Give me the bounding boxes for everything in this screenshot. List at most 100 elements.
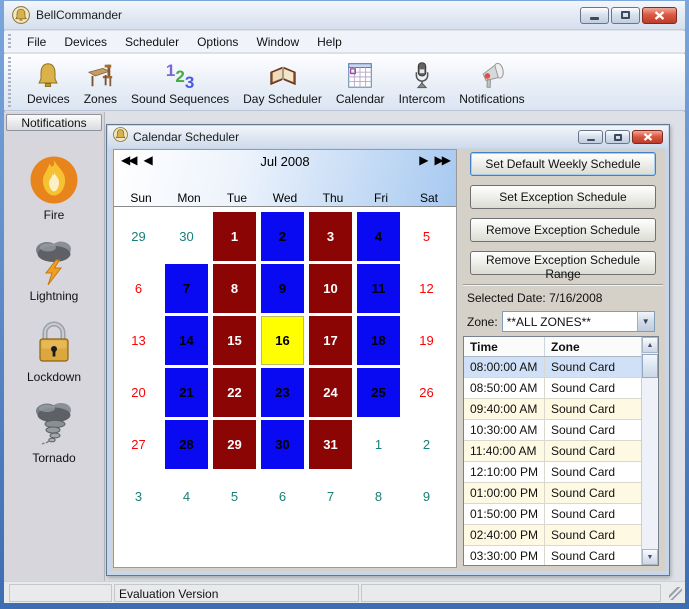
next-month-button[interactable]: ▶	[419, 153, 426, 167]
calendar-day-default[interactable]: 9	[261, 264, 304, 313]
calendar-day-weekend[interactable]: 13	[117, 316, 160, 365]
scrollbar-thumb[interactable]	[642, 354, 658, 378]
set-default-weekly-schedule-button[interactable]: Set Default Weekly Schedule	[470, 152, 656, 176]
calendar-day-default[interactable]: 23	[261, 368, 304, 417]
day-header-tue: Tue	[213, 191, 261, 205]
table-row[interactable]: 01:00:00 PMSound Card	[464, 483, 641, 504]
calendar-day-other-month: 29	[117, 212, 160, 261]
table-row[interactable]: 09:40:00 AMSound Card	[464, 399, 641, 420]
table-row[interactable]: 12:10:00 PMSound Card	[464, 462, 641, 483]
calendar-day-default[interactable]: 2	[261, 212, 304, 261]
calendar-day-selected[interactable]: 16	[261, 316, 304, 365]
table-row[interactable]: 03:30:00 PMSound Card	[464, 546, 641, 566]
close-button[interactable]	[642, 7, 677, 24]
day-header-sat: Sat	[405, 191, 453, 205]
calendar-close-button[interactable]	[632, 130, 663, 144]
toolbar-item-sound-sequences[interactable]: 123Sound Sequences	[124, 58, 236, 107]
scroll-down-icon[interactable]: ▼	[642, 549, 658, 565]
calendar-day-exception[interactable]: 8	[213, 264, 256, 313]
selected-date-label: Selected Date: 7/16/2008	[467, 291, 665, 305]
table-row[interactable]: 08:00:00 AMSound Card	[464, 357, 641, 378]
action-buttons: Set Default Weekly Schedule Set Exception…	[461, 152, 665, 275]
remove-exception-schedule-button[interactable]: Remove Exception Schedule	[470, 218, 656, 242]
toolbar-item-label: Calendar	[336, 92, 385, 106]
menu-item-window[interactable]: Window	[247, 32, 308, 52]
table-row[interactable]: 08:50:00 AMSound Card	[464, 378, 641, 399]
calendar-day-weekend[interactable]: 12	[405, 264, 448, 313]
toolbar-item-notifications[interactable]: Notifications	[452, 58, 531, 107]
calendar-minimize-button[interactable]	[578, 130, 603, 144]
zone-dropdown-value: **ALL ZONES**	[507, 315, 591, 329]
cell-time: 09:40:00 AM	[464, 399, 545, 419]
maximize-button[interactable]	[611, 7, 640, 24]
calendar-day-exception[interactable]: 1	[213, 212, 256, 261]
table-scrollbar[interactable]: ▲ ▼	[641, 337, 658, 565]
calendar-day-exception[interactable]: 31	[309, 420, 352, 469]
menu-item-devices[interactable]: Devices	[55, 32, 116, 52]
cell-zone: Sound Card	[545, 441, 641, 461]
menu-item-options[interactable]: Options	[188, 32, 247, 52]
calendar-day-exception[interactable]: 10	[309, 264, 352, 313]
resize-grip[interactable]	[669, 587, 682, 600]
sidebar-item-lockdown[interactable]: Lockdown	[4, 316, 104, 384]
calendar-day-exception[interactable]: 15	[213, 316, 256, 365]
calendar-day-exception[interactable]: 17	[309, 316, 352, 365]
chevron-down-icon[interactable]: ▼	[637, 312, 654, 331]
column-header-time[interactable]: Time	[464, 337, 545, 356]
toolbar-item-calendar[interactable]: Calendar	[329, 58, 392, 107]
notifications-sidebar: Notifications Fire Lightning Lockdown Torna…	[4, 112, 105, 581]
sidebar-header[interactable]: Notifications	[6, 114, 102, 131]
calendar-day-default[interactable]: 28	[165, 420, 208, 469]
scroll-up-icon[interactable]: ▲	[642, 337, 658, 353]
calendar-day-other-month: 30	[165, 212, 208, 261]
sidebar-item-lightning[interactable]: Lightning	[4, 235, 104, 303]
set-exception-schedule-button[interactable]: Set Exception Schedule	[470, 185, 656, 209]
calendar-day-default[interactable]: 14	[165, 316, 208, 365]
calendar-day-default[interactable]: 18	[357, 316, 400, 365]
calendar-day-default[interactable]: 4	[357, 212, 400, 261]
calendar-day-default[interactable]: 11	[357, 264, 400, 313]
microphone-icon	[407, 59, 437, 91]
toolbar-item-devices[interactable]: Devices	[20, 58, 77, 107]
calendar-day-default[interactable]: 25	[357, 368, 400, 417]
calendar-day-default[interactable]: 7	[165, 264, 208, 313]
cell-zone: Sound Card	[545, 504, 641, 524]
toolbar-item-zones[interactable]: Zones	[77, 58, 124, 107]
sidebar-item-fire[interactable]: Fire	[4, 154, 104, 222]
toolbar-item-day-scheduler[interactable]: Day Scheduler	[236, 58, 329, 107]
cell-zone: Sound Card	[545, 357, 641, 377]
calendar-day-default[interactable]: 21	[165, 368, 208, 417]
next-year-button[interactable]: ▶▶	[435, 153, 449, 167]
minimize-button[interactable]	[580, 7, 609, 24]
calendar-maximize-button[interactable]	[605, 130, 630, 144]
maximize-icon	[621, 11, 630, 19]
menu-item-file[interactable]: File	[18, 32, 55, 52]
calendar-day-exception[interactable]: 24	[309, 368, 352, 417]
fire-icon	[28, 154, 80, 206]
column-header-zone[interactable]: Zone	[545, 337, 641, 356]
zone-dropdown[interactable]: **ALL ZONES** ▼	[502, 311, 655, 332]
sidebar-item-tornado[interactable]: Tornado	[4, 397, 104, 465]
menu-item-scheduler[interactable]: Scheduler	[116, 32, 188, 52]
calendar-day-weekend[interactable]: 6	[117, 264, 160, 313]
calendar-day-exception[interactable]: 22	[213, 368, 256, 417]
calendar-day-default[interactable]: 30	[261, 420, 304, 469]
calendar-day-weekend[interactable]: 27	[117, 420, 160, 469]
table-row[interactable]: 01:50:00 PMSound Card	[464, 504, 641, 525]
calendar-day-weekend[interactable]: 19	[405, 316, 448, 365]
toolbar-item-intercom[interactable]: Intercom	[392, 58, 453, 107]
table-row[interactable]: 10:30:00 AMSound Card	[464, 420, 641, 441]
table-row[interactable]: 02:40:00 PMSound Card	[464, 525, 641, 546]
cell-time: 03:30:00 PM	[464, 546, 545, 566]
menu-bar: FileDevicesSchedulerOptionsWindowHelp	[4, 31, 685, 53]
cell-time: 01:00:00 PM	[464, 483, 545, 503]
menu-item-help[interactable]: Help	[308, 32, 351, 52]
calendar-day-weekend[interactable]: 20	[117, 368, 160, 417]
table-row[interactable]: 11:40:00 AMSound Card	[464, 441, 641, 462]
remove-exception-schedule-range-button[interactable]: Remove Exception Schedule Range	[470, 251, 656, 275]
calendar-window-titlebar[interactable]: Calendar Scheduler	[108, 126, 668, 148]
calendar-day-weekend[interactable]: 26	[405, 368, 448, 417]
calendar-day-exception[interactable]: 29	[213, 420, 256, 469]
calendar-day-weekend[interactable]: 5	[405, 212, 448, 261]
calendar-day-exception[interactable]: 3	[309, 212, 352, 261]
